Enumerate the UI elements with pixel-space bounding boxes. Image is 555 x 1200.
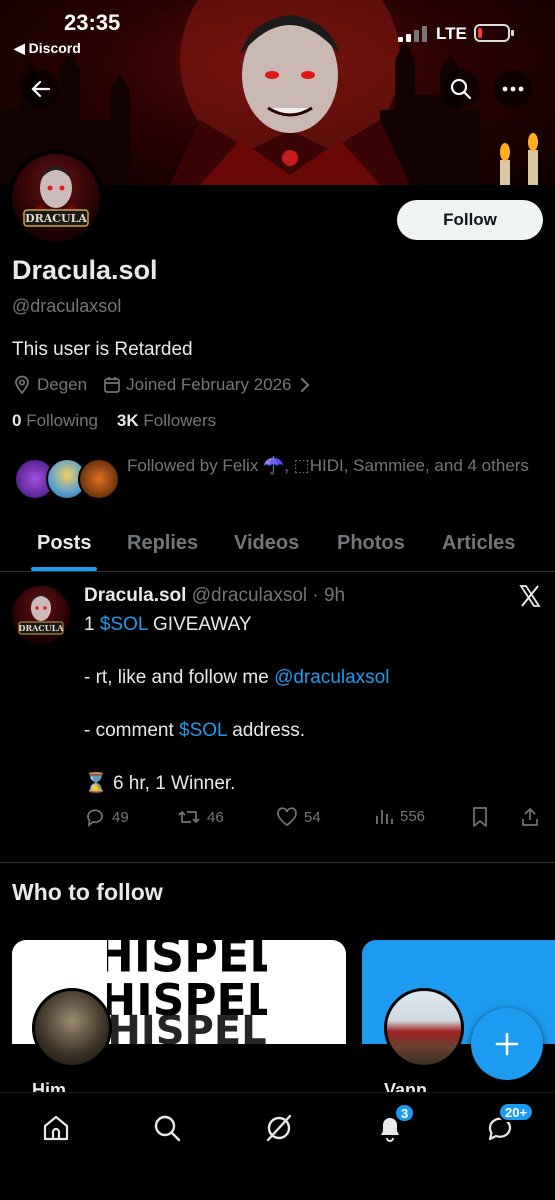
grok-icon[interactable]	[264, 1113, 294, 1143]
location-icon	[15, 375, 29, 395]
hourglass-icon: ⌛	[84, 773, 108, 794]
bottom-nav: 3 20+	[0, 1092, 555, 1200]
active-tab-indicator	[31, 567, 97, 571]
followed-by-avatars[interactable]	[14, 458, 120, 502]
follow-stats: 0 Following 3K Followers	[12, 411, 216, 431]
tab-articles[interactable]: Articles	[442, 532, 515, 555]
calendar-icon	[104, 377, 120, 393]
cashtag-link[interactable]: $SOL	[100, 614, 148, 635]
follower-avatar	[78, 458, 120, 500]
messages-badge: 20+	[498, 1102, 535, 1122]
like-button[interactable]: 54	[276, 806, 321, 828]
views-icon	[376, 810, 393, 824]
avatar-logo-text: DRACULA	[25, 212, 87, 225]
who-to-follow-title: Who to follow	[12, 879, 163, 905]
status-bar: 23:35 ◀ Discord LTE	[0, 0, 555, 60]
more-icon	[502, 86, 524, 92]
profile-location: Degen	[37, 375, 88, 394]
post-author-avatar[interactable]: DRACULA	[12, 586, 70, 644]
network-type: LTE	[436, 24, 467, 43]
following-link[interactable]: 0 Following	[12, 411, 98, 430]
svg-text:HISPEL: HISPEL	[107, 1008, 266, 1048]
bookmark-icon	[473, 807, 487, 827]
suggested-account-card[interactable]: HISPEL HISPEL HISPEL Him	[12, 940, 346, 1092]
profile-tabs: Posts Replies Videos Photos Articles	[0, 520, 555, 572]
tab-posts[interactable]: Posts	[37, 532, 91, 555]
home-icon[interactable]	[41, 1113, 71, 1143]
search-icon[interactable]	[152, 1113, 182, 1143]
heart-icon	[277, 807, 297, 827]
repost-button[interactable]: 46	[177, 806, 224, 828]
back-to-app-link[interactable]: ◀ Discord	[14, 40, 81, 57]
section-divider	[0, 862, 555, 863]
follow-button[interactable]: Follow	[397, 200, 543, 240]
more-button[interactable]	[494, 70, 532, 108]
suggested-account-name: Him	[32, 1080, 67, 1092]
tab-videos[interactable]: Videos	[234, 532, 299, 555]
reply-icon	[87, 809, 103, 827]
mention-link[interactable]: @draculaxsol	[274, 667, 389, 688]
chevron-right-icon[interactable]	[298, 376, 312, 394]
profile-avatar[interactable]: DRACULA	[8, 150, 104, 246]
share-icon	[522, 808, 538, 826]
views-button[interactable]: 556	[374, 806, 425, 826]
share-button[interactable]	[520, 806, 540, 828]
plus-icon	[495, 1032, 519, 1056]
post-text: 1 $SOL GIVEAWAY - rt, like and follow me…	[84, 614, 390, 794]
profile-joined[interactable]: Joined February 2026	[126, 375, 291, 395]
status-time: 23:35	[64, 10, 121, 35]
signal-icon	[398, 26, 427, 42]
search-icon	[450, 78, 472, 100]
post-author-name[interactable]: Dracula.sol	[84, 585, 186, 606]
tab-replies[interactable]: Replies	[127, 532, 198, 555]
arrow-left-icon	[31, 80, 51, 98]
repost-icon	[178, 811, 200, 823]
followed-by-text[interactable]: Followed by Felix ☂️, ⬚HIDI, Sammiee, an…	[127, 453, 537, 479]
suggested-account-avatar	[384, 988, 464, 1068]
search-button[interactable]	[442, 70, 480, 108]
bookmark-button[interactable]	[470, 806, 490, 828]
suggested-account-name: Vann	[384, 1080, 428, 1092]
cashtag-link[interactable]: $SOL	[179, 720, 227, 741]
hispel-banner-art: HISPEL HISPEL HISPEL	[107, 940, 267, 1048]
profile-display-name: Dracula.sol	[12, 255, 158, 285]
compose-button[interactable]	[471, 1008, 543, 1080]
tab-photos[interactable]: Photos	[337, 532, 405, 555]
x-logo-icon	[519, 585, 541, 607]
followers-link[interactable]: 3K Followers	[117, 411, 216, 430]
battery-icon	[474, 24, 514, 42]
post-header: Dracula.sol @draculaxsol · 9h	[84, 585, 345, 607]
post-avatar-logo-text: DRACULA	[19, 623, 65, 633]
back-button[interactable]	[22, 70, 60, 108]
post-actions: 49 46 54 556	[84, 806, 544, 832]
post-handle-time: @draculaxsol · 9h	[191, 585, 346, 606]
reply-button[interactable]: 49	[84, 806, 129, 828]
profile-bio: This user is Retarded	[12, 339, 193, 360]
profile-handle: @draculaxsol	[12, 296, 122, 316]
notifications-badge: 3	[394, 1103, 416, 1123]
profile-meta: Degen Joined February 2026	[12, 373, 312, 397]
suggested-account-avatar	[32, 988, 112, 1068]
